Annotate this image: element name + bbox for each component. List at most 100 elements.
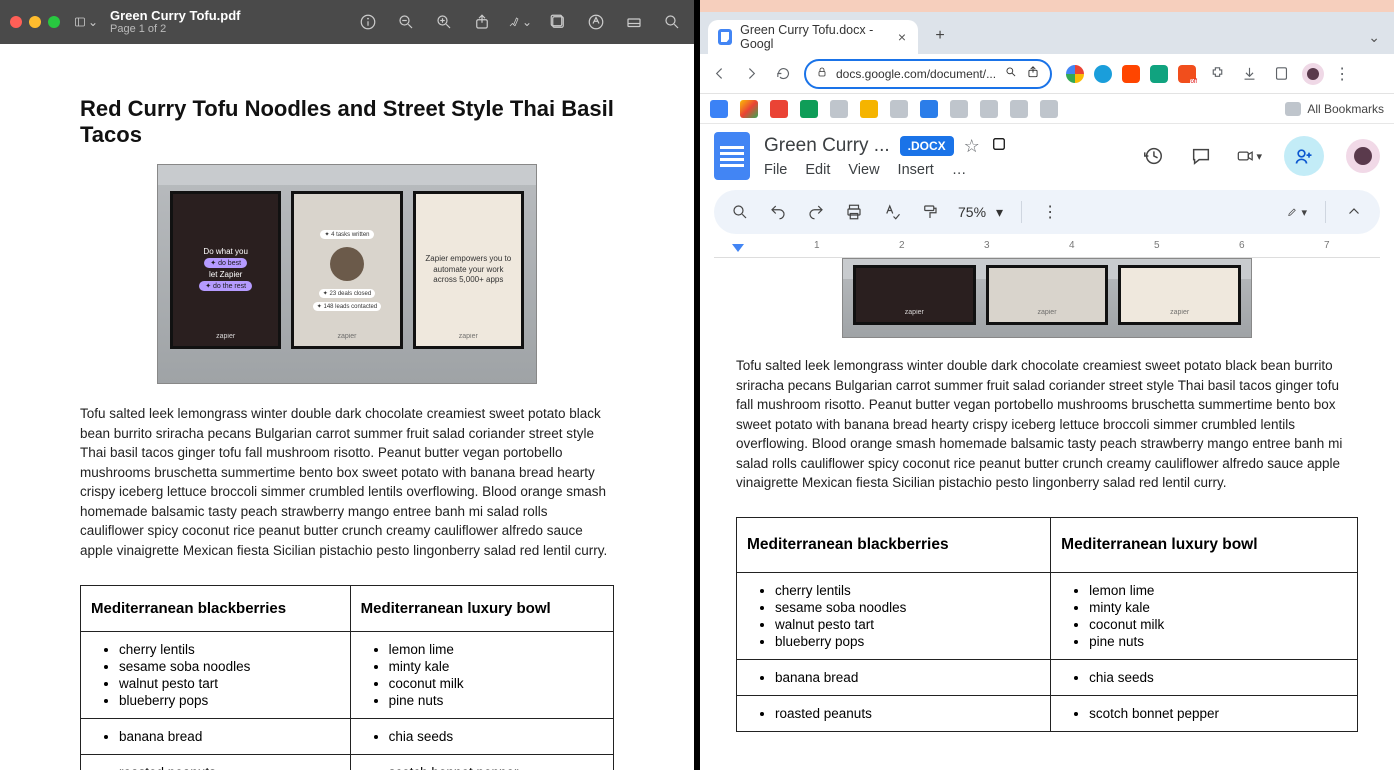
reload-button[interactable] — [772, 63, 794, 85]
extension-icon[interactable] — [1066, 65, 1084, 83]
gdocs-ruler[interactable]: 1 2 3 4 5 6 7 — [714, 238, 1380, 258]
menu-view[interactable]: View — [848, 162, 879, 178]
table-header-2[interactable]: Mediterranean luxury bowl — [1051, 517, 1358, 572]
sidebar-toggle-icon[interactable] — [74, 10, 98, 34]
print-icon[interactable] — [844, 202, 864, 222]
browser-address-bar: docs.google.com/document/... off ⋮ — [700, 54, 1394, 94]
profile-avatar[interactable] — [1302, 63, 1324, 85]
table-header-1[interactable]: Mediterranean blackberries — [737, 517, 1051, 572]
list-item[interactable]: blueberry pops — [775, 634, 1040, 649]
undo-icon[interactable] — [768, 202, 788, 222]
list-item[interactable]: coconut milk — [1089, 617, 1347, 632]
history-icon[interactable] — [1140, 143, 1166, 169]
table-cell-item: roasted peanuts — [119, 765, 340, 770]
close-tab-icon[interactable]: × — [898, 29, 906, 45]
share-page-icon[interactable] — [1026, 65, 1040, 82]
redo-icon[interactable] — [806, 202, 826, 222]
table-cell-item[interactable]: scotch bonnet pepper — [1089, 706, 1347, 721]
extensions-menu-icon[interactable] — [1206, 63, 1228, 85]
forward-button[interactable] — [740, 63, 762, 85]
markup-icon[interactable] — [508, 10, 532, 34]
back-button[interactable] — [708, 63, 730, 85]
indent-marker-icon[interactable] — [732, 244, 744, 252]
bookmark-icon[interactable] — [740, 100, 758, 118]
info-icon[interactable] — [356, 10, 380, 34]
highlight-icon[interactable] — [584, 10, 608, 34]
bookmark-folder-icon[interactable] — [890, 100, 908, 118]
close-window-button[interactable] — [10, 16, 22, 28]
ad-panel-1: zapier — [853, 265, 976, 325]
toolbar-more-icon[interactable]: ⋮ — [1040, 202, 1060, 222]
spellcheck-icon[interactable] — [882, 202, 902, 222]
ad-panel-3: zapier — [1118, 265, 1241, 325]
zoom-out-icon[interactable] — [394, 10, 418, 34]
new-tab-button[interactable]: + — [926, 22, 954, 50]
bookmark-icon[interactable] — [860, 100, 878, 118]
gdocs-logo-icon[interactable] — [714, 132, 750, 180]
browser-menu-icon[interactable]: ⋮ — [1334, 64, 1350, 84]
share-icon[interactable] — [470, 10, 494, 34]
ingredients-table[interactable]: Mediterranean blackberries Mediterranean… — [736, 517, 1358, 732]
move-icon[interactable] — [990, 135, 1008, 158]
url-field[interactable]: docs.google.com/document/... — [804, 59, 1052, 89]
gdocs-canvas[interactable]: zapier zapier zapier Tofu salted leek le… — [700, 258, 1394, 770]
bookmark-icon[interactable] — [710, 100, 728, 118]
list-item[interactable]: lemon lime — [1089, 583, 1347, 598]
list-item[interactable]: cherry lentils — [775, 583, 1040, 598]
bookmark-icon[interactable] — [770, 100, 788, 118]
search-icon[interactable] — [660, 10, 684, 34]
menu-edit[interactable]: Edit — [805, 162, 830, 178]
bookmark-folder-icon[interactable] — [1010, 100, 1028, 118]
share-button[interactable] — [1284, 136, 1324, 176]
extension-icon[interactable] — [1150, 65, 1168, 83]
fullscreen-window-button[interactable] — [48, 16, 60, 28]
rotate-icon[interactable] — [546, 10, 570, 34]
list-item: lemon lime — [389, 642, 603, 657]
url-text: docs.google.com/document/... — [836, 67, 996, 81]
list-item[interactable]: pine nuts — [1089, 634, 1347, 649]
bookmark-folder-icon[interactable] — [1040, 100, 1058, 118]
extension-icon[interactable] — [1122, 65, 1140, 83]
zoom-in-icon[interactable] — [432, 10, 456, 34]
star-icon[interactable]: ☆ — [964, 136, 980, 157]
collapse-toolbar-icon[interactable] — [1344, 202, 1364, 222]
account-avatar[interactable] — [1346, 139, 1380, 173]
extension-icon[interactable]: off — [1178, 65, 1196, 83]
crop-icon[interactable] — [622, 10, 646, 34]
all-bookmarks-button[interactable]: All Bookmarks — [1285, 102, 1384, 116]
menu-file[interactable]: File — [764, 162, 787, 178]
table-cell-item[interactable]: banana bread — [775, 670, 1040, 685]
list-item[interactable]: walnut pesto tart — [775, 617, 1040, 632]
minimize-window-button[interactable] — [29, 16, 41, 28]
bookmark-icon[interactable] — [800, 100, 818, 118]
browser-tab[interactable]: Green Curry Tofu.docx - Googl × — [708, 20, 918, 54]
extension-icon[interactable] — [1094, 65, 1112, 83]
bookmark-folder-icon[interactable] — [830, 100, 848, 118]
document-body-paragraph[interactable]: Tofu salted leek lemongrass winter doubl… — [736, 356, 1358, 493]
bookmark-folder-icon[interactable] — [980, 100, 998, 118]
gdocs-title[interactable]: Green Curry ... — [764, 135, 890, 157]
list-item: pine nuts — [389, 693, 603, 708]
menu-insert[interactable]: Insert — [898, 162, 934, 178]
table-cell-item[interactable]: roasted peanuts — [775, 706, 1040, 721]
list-item[interactable]: minty kale — [1089, 600, 1347, 615]
list-item: sesame soba noodles — [119, 659, 340, 674]
list-item[interactable]: sesame soba noodles — [775, 600, 1040, 615]
bookmark-folder-icon[interactable] — [950, 100, 968, 118]
tab-list-chevron-icon[interactable]: ⌄ — [1368, 29, 1386, 46]
preview-title-block: Green Curry Tofu.pdf Page 1 of 2 — [110, 9, 240, 35]
table-cell-item[interactable]: chia seeds — [1089, 670, 1347, 685]
reading-list-icon[interactable] — [1270, 63, 1292, 85]
paint-format-icon[interactable] — [920, 202, 940, 222]
editing-mode-icon[interactable]: ▾ — [1287, 202, 1307, 222]
downloads-icon[interactable] — [1238, 63, 1260, 85]
table-cell-list[interactable]: cherry lentils sesame soba noodles walnut … — [747, 583, 1040, 649]
meet-icon[interactable]: ▾ — [1236, 143, 1262, 169]
bookmark-icon[interactable] — [920, 100, 938, 118]
comments-icon[interactable] — [1188, 143, 1214, 169]
zoom-selector[interactable]: 75%▾ — [958, 204, 1003, 221]
search-menus-icon[interactable] — [730, 202, 750, 222]
table-cell-list[interactable]: lemon lime minty kale coconut milk pine nut… — [1061, 583, 1347, 649]
search-in-page-icon[interactable] — [1004, 65, 1018, 82]
menu-more[interactable]: … — [952, 162, 967, 178]
